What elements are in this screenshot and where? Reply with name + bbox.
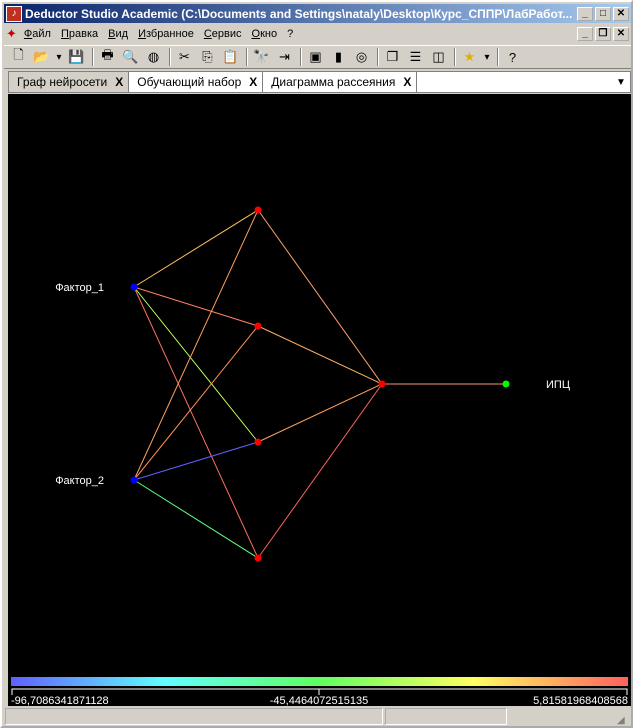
- node-h1[interactable]: [254, 206, 262, 214]
- menu-bar: ✦ Файл Правка Вид Избранное Сервис Окно …: [4, 24, 631, 43]
- title-bar: ♪ Deductor Studio Academic (C:\Documents…: [4, 4, 631, 23]
- node-h3[interactable]: [254, 438, 262, 446]
- maximize-button[interactable]: □: [595, 6, 611, 21]
- help-icon[interactable]: ?: [502, 47, 523, 67]
- edge-f2-h2: [133, 325, 259, 481]
- close-tab-icon[interactable]: X: [249, 75, 257, 89]
- node-f1[interactable]: [130, 283, 138, 291]
- dropdown-icon[interactable]: ▾: [54, 47, 64, 67]
- save-icon[interactable]: 💾: [66, 47, 87, 67]
- dropdown-icon[interactable]: ▾: [482, 47, 492, 67]
- close-tab-icon[interactable]: X: [403, 75, 411, 89]
- export-icon[interactable]: ◍: [143, 47, 164, 67]
- menu-view[interactable]: Вид: [103, 28, 133, 40]
- tab-label: Диаграмма рассеяния: [271, 75, 396, 89]
- node-label-out: ИПЦ: [546, 379, 570, 391]
- toolbar-separator: [246, 48, 248, 66]
- book-icon[interactable]: ▮: [328, 47, 349, 67]
- menu-window[interactable]: Окно: [247, 28, 283, 40]
- scale-min-label: -96,7086341871128: [11, 695, 109, 706]
- scale-max-label: 5,81581968408568: [533, 695, 628, 706]
- resize-grip-icon[interactable]: ◢: [617, 715, 631, 726]
- menu-edit[interactable]: Правка: [56, 28, 103, 40]
- toolbar: 🗋 📂 ▾ 💾 🖶 🔍 ◍ ✂ ⎘ 📋 🔭 ⇥ ▣ ▮ ◎ ❐ ☰ ◫ ★ ▾?: [4, 45, 631, 69]
- edge-h3-o1: [257, 383, 383, 443]
- close-tab-icon[interactable]: X: [115, 75, 123, 89]
- child-minimize-button[interactable]: _: [577, 26, 593, 41]
- mdi-child-icon[interactable]: ✦: [4, 26, 19, 42]
- favorites-star-icon[interactable]: ★: [459, 47, 480, 67]
- status-bar: ◢: [5, 708, 631, 726]
- tab-training-set[interactable]: Обучающий набор X: [129, 72, 264, 92]
- tab-label: Граф нейросети: [17, 75, 108, 89]
- preview-icon[interactable]: 🔍: [120, 47, 141, 67]
- tab-label: Обучающий набор: [137, 75, 242, 89]
- node-label-f2: Фактор_2: [55, 475, 104, 487]
- tab-network-graph[interactable]: Граф нейросети X: [9, 72, 130, 92]
- window-title: Deductor Studio Academic (C:\Documents a…: [25, 6, 573, 21]
- menu-favorites[interactable]: Избранное: [133, 28, 199, 40]
- wizard-icon[interactable]: ▣: [305, 47, 326, 67]
- edge-f2-h4: [133, 479, 259, 559]
- toolbar-separator: [454, 48, 456, 66]
- child-close-button[interactable]: ✕: [613, 26, 629, 41]
- app-window: ♪ Deductor Studio Academic (C:\Documents…: [0, 0, 633, 728]
- status-panel-main: [5, 708, 383, 725]
- node-h2[interactable]: [254, 322, 262, 330]
- network-graph-canvas[interactable]: Фактор_1 Фактор_2 ИПЦ -96,7086341871128 -4…: [8, 94, 631, 706]
- node-out[interactable]: [502, 380, 510, 388]
- cut-icon[interactable]: ✂: [174, 47, 195, 67]
- print-icon[interactable]: 🖶: [97, 47, 118, 67]
- node-o1[interactable]: [378, 380, 386, 388]
- node-h4[interactable]: [254, 554, 262, 562]
- edge-h1-o1: [257, 209, 383, 385]
- find-icon[interactable]: 🔭: [251, 47, 272, 67]
- tabs-dropdown-icon[interactable]: ▼: [612, 72, 630, 92]
- node-f2[interactable]: [130, 476, 138, 484]
- copy-icon[interactable]: ⎘: [197, 47, 218, 67]
- toolbar-separator: [169, 48, 171, 66]
- scale-mid-label: -45,4464072515135: [270, 695, 368, 706]
- tile-horizontal-icon[interactable]: ☰: [405, 47, 426, 67]
- tab-scatter-plot[interactable]: Диаграмма рассеяния X: [263, 72, 418, 92]
- menu-help[interactable]: ?: [282, 28, 298, 40]
- tab-bar: Граф нейросети X Обучающий набор X Диаграм…: [8, 71, 631, 93]
- color-scale-bar: [11, 677, 628, 686]
- open-icon[interactable]: 📂: [31, 47, 52, 67]
- edge-f1-h3: [133, 286, 259, 443]
- paste-icon[interactable]: 📋: [220, 47, 241, 67]
- edge-h4-o1: [257, 383, 383, 559]
- toolbar-separator: [497, 48, 499, 66]
- status-panel-secondary: [385, 708, 507, 725]
- new-icon[interactable]: 🗋: [8, 47, 29, 67]
- toolbar-separator: [377, 48, 379, 66]
- find-next-icon[interactable]: ⇥: [274, 47, 295, 67]
- toolbar-separator: [300, 48, 302, 66]
- tile-vertical-icon[interactable]: ◫: [428, 47, 449, 67]
- toolbar-separator: [92, 48, 94, 66]
- minimize-button[interactable]: _: [577, 6, 593, 21]
- edge-f1-h1: [133, 209, 259, 288]
- cascade-icon[interactable]: ❐: [382, 47, 403, 67]
- close-button[interactable]: ✕: [613, 6, 629, 21]
- edge-h2-o1: [257, 325, 383, 385]
- edge-f1-h4: [133, 286, 259, 559]
- edge-f2-h1: [133, 209, 259, 481]
- menu-service[interactable]: Сервис: [199, 28, 247, 40]
- help-circle-icon[interactable]: ◎: [351, 47, 372, 67]
- edge-f1-h2: [133, 286, 259, 327]
- edge-f2-h3: [133, 441, 259, 481]
- app-icon: ♪: [6, 5, 22, 22]
- node-label-f1: Фактор_1: [55, 282, 104, 294]
- child-restore-button[interactable]: ❐: [595, 26, 611, 41]
- menu-file[interactable]: Файл: [19, 28, 56, 40]
